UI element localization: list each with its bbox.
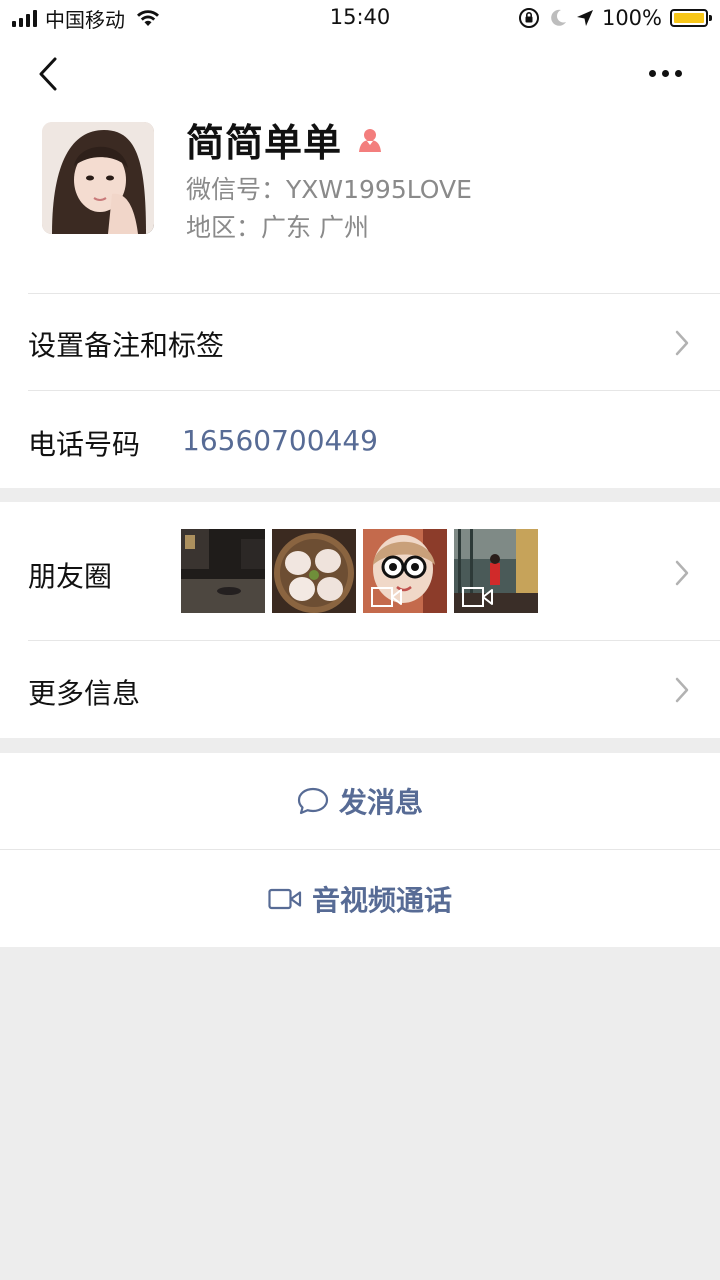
send-message-button[interactable]: 发消息 (0, 753, 720, 849)
phone-label: 电话号码 (28, 428, 141, 461)
profile-header: 简简单单 微信号：YXW1995LOVE 地区：广东 广州 (0, 36, 720, 294)
moment-thumbnail (181, 529, 265, 613)
location-arrow-icon (576, 10, 593, 26)
more-info-label: 更多信息 (28, 677, 141, 710)
audio-video-call-button[interactable]: 音视频通话 (0, 850, 720, 947)
female-icon (359, 128, 382, 152)
avatar-photo (42, 122, 154, 234)
remark-tags-label: 设置备注和标签 (28, 329, 225, 362)
moment-thumbnail (363, 529, 447, 613)
chevron-right-icon (675, 330, 689, 356)
video-icon (371, 587, 402, 607)
moments-row[interactable]: 朋友圈 (0, 502, 720, 641)
battery-percent: 100% (601, 6, 662, 30)
more-info-row[interactable]: 更多信息 (0, 641, 720, 738)
more-options-button[interactable] (640, 58, 690, 88)
carrier-label: 中国移动 (45, 7, 125, 32)
moment-thumbnail (272, 529, 356, 613)
dot (661, 69, 669, 77)
battery-icon (670, 9, 712, 27)
send-message-label: 发消息 (338, 786, 423, 819)
chat-bubble-icon (297, 787, 329, 815)
remark-tags-row[interactable]: 设置备注和标签 (0, 294, 720, 391)
phone-row: 电话号码 16560700449 (0, 391, 720, 488)
signal-icon (12, 9, 37, 27)
moments-thumbnails (181, 529, 538, 613)
chevron-right-icon (675, 560, 689, 586)
contact-name: 简简单单 (186, 121, 343, 165)
audio-video-call-label: 音视频通话 (311, 883, 452, 917)
moon-icon (551, 9, 566, 26)
moments-label: 朋友圈 (28, 560, 113, 593)
phone-number-link[interactable]: 16560700449 (182, 424, 378, 457)
moment-thumbnail (454, 529, 538, 613)
dot (674, 69, 682, 77)
dot (648, 69, 656, 77)
video-call-icon (268, 888, 302, 909)
status-bar: 中国移动 15:40 100% (0, 0, 720, 36)
chevron-right-icon (675, 677, 689, 703)
video-icon (462, 587, 493, 607)
orientation-lock-icon (518, 8, 539, 28)
region: 地区：广东 广州 (186, 213, 369, 242)
avatar[interactable] (42, 122, 154, 234)
chevron-left-icon (39, 57, 57, 91)
wifi-icon (137, 10, 159, 26)
battery-fill (674, 13, 704, 23)
wechat-id: 微信号：YXW1995LOVE (186, 175, 472, 204)
back-button[interactable] (28, 54, 68, 94)
